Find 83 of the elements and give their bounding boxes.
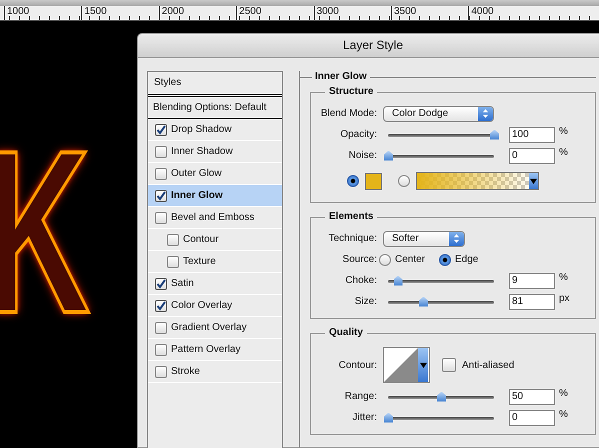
ruler-label: 2000 (158, 6, 236, 20)
field-label: Jitter: (352, 412, 377, 423)
styles-header: Styles (148, 72, 282, 97)
number-field[interactable]: 81 (509, 294, 555, 310)
style-list-item[interactable]: Satin (148, 273, 282, 295)
checkbox-label: Anti-aliased (462, 360, 514, 370)
radio-button[interactable] (347, 175, 359, 187)
ruler-label: 4000 (468, 6, 546, 20)
ruler-label: 2500 (236, 6, 314, 20)
ruler-label: 3000 (314, 6, 391, 20)
stepper-arrows-icon (478, 106, 494, 120)
checkbox[interactable] (167, 234, 179, 246)
style-list-item[interactable]: Pattern Overlay (148, 339, 282, 361)
style-list-item[interactable]: Contour (148, 229, 282, 251)
ruler-label: 3500 (390, 6, 468, 20)
checkbox[interactable] (155, 322, 167, 334)
dropdown[interactable]: Softer (383, 230, 465, 246)
checkbox[interactable] (155, 190, 167, 202)
slider-thumb[interactable] (394, 276, 403, 286)
slider-thumb[interactable] (437, 392, 446, 402)
checkbox[interactable] (155, 146, 167, 158)
radio-button[interactable] (379, 254, 391, 266)
field-label: Technique: (328, 233, 377, 244)
number-field[interactable]: 0 (509, 148, 555, 164)
checkbox[interactable] (155, 278, 167, 290)
checkbox[interactable] (167, 256, 179, 268)
glowing-letter: K (0, 117, 90, 349)
field-label: Contour: (338, 360, 377, 370)
unit-label: % (559, 126, 568, 137)
dialog-title: Layer Style (138, 34, 599, 58)
unit-label: % (559, 388, 568, 399)
stepper-arrows-icon (448, 232, 464, 246)
field-label: Blend Mode: (320, 108, 377, 119)
slider-thumb[interactable] (418, 296, 428, 306)
unit-label: px (559, 293, 570, 304)
field-label: Size: (354, 296, 377, 307)
checkbox[interactable] (155, 124, 167, 136)
checkbox[interactable] (155, 366, 167, 378)
panel-title: Inner Glow (312, 71, 370, 82)
radio-label: Edge (455, 254, 478, 265)
style-list-item[interactable]: Inner Glow (148, 185, 282, 207)
checkbox[interactable] (155, 168, 167, 180)
field-label: Choke: (344, 275, 377, 286)
checkbox[interactable] (155, 300, 167, 312)
style-list-item[interactable]: Drop Shadow (148, 119, 282, 141)
style-list-item[interactable]: Blending Options: Default (148, 97, 282, 119)
style-list-item[interactable]: Texture (148, 251, 282, 273)
radio-label: Center (395, 254, 426, 265)
slider-thumb[interactable] (384, 412, 393, 422)
radio-button[interactable] (439, 254, 452, 266)
slider-thumb[interactable] (384, 150, 393, 160)
ruler-label: 1500 (81, 6, 159, 20)
checkbox[interactable] (155, 344, 167, 356)
checkbox[interactable] (155, 212, 167, 224)
section-title: Structure (325, 86, 378, 97)
field-label: Noise: (348, 150, 377, 161)
style-list-item[interactable]: Inner Shadow (148, 141, 282, 163)
unit-label: % (559, 147, 568, 158)
number-field[interactable]: 9 (509, 272, 555, 288)
number-field[interactable]: 50 (509, 388, 555, 404)
radio-button[interactable] (398, 175, 410, 187)
style-list-item[interactable]: Color Overlay (148, 295, 282, 317)
unit-label: % (559, 409, 568, 420)
contour-picker[interactable] (383, 347, 430, 383)
style-list-item[interactable]: Stroke (148, 361, 282, 383)
gradient-picker[interactable] (416, 172, 539, 190)
field-label: Opacity: (339, 129, 377, 140)
color-swatch[interactable] (365, 172, 382, 190)
caret-icon (418, 348, 428, 382)
unit-label: % (559, 272, 568, 283)
checkbox[interactable] (442, 358, 456, 372)
dropdown[interactable]: Color Dodge (383, 106, 494, 122)
ruler-label: 1000 (4, 6, 82, 20)
section-title: Quality (325, 327, 367, 338)
slider-thumb[interactable] (490, 130, 499, 140)
section-title: Elements (325, 211, 378, 222)
style-list-item[interactable]: Gradient Overlay (148, 317, 282, 339)
field-label: Source: (342, 254, 377, 265)
field-label: Range: (344, 391, 377, 402)
number-field[interactable]: 100 (509, 126, 555, 142)
caret-icon (529, 173, 538, 189)
style-list-item[interactable]: Bevel and Emboss (148, 207, 282, 229)
number-field[interactable]: 0 (509, 410, 555, 426)
